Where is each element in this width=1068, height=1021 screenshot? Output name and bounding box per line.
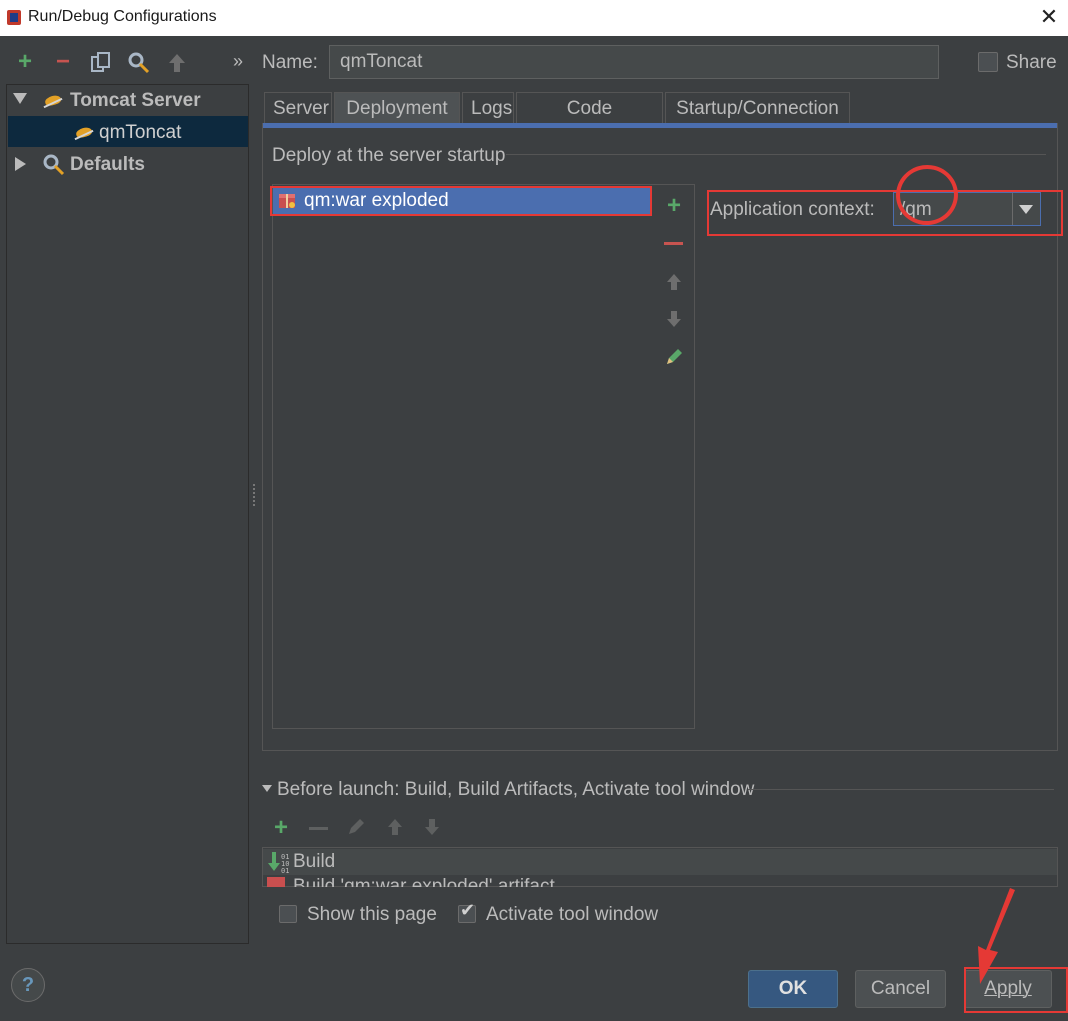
cancel-button[interactable]: Cancel — [855, 970, 946, 1008]
list-clip: Build 'qm:war exploded' artifact — [262, 847, 1058, 887]
tomcat-icon — [74, 124, 94, 140]
active-tab-indicator — [263, 123, 1057, 128]
remove-icon[interactable] — [309, 827, 328, 830]
more-icon[interactable]: » — [233, 51, 243, 72]
move-down-icon[interactable] — [422, 817, 442, 837]
tab-server[interactable]: Server — [264, 92, 332, 124]
add-icon[interactable]: + — [268, 815, 294, 841]
window-title: Run/Debug Configurations — [28, 8, 217, 25]
add-icon[interactable]: + — [661, 193, 687, 219]
copy-configuration-icon[interactable] — [90, 52, 112, 74]
tree-item-qmtoncat[interactable]: qmToncat — [99, 122, 181, 144]
collapse-arrow-icon[interactable] — [15, 157, 26, 171]
list-toolbar — [654, 184, 695, 729]
add-configuration-icon[interactable]: + — [13, 50, 37, 74]
tab-logs[interactable]: Logs — [462, 92, 514, 124]
divider — [748, 789, 1054, 790]
name-label: Name: — [262, 52, 318, 73]
edit-icon[interactable] — [346, 817, 366, 837]
highlight-box — [270, 186, 652, 216]
tab-code-coverage[interactable]: Code Coverage — [516, 92, 663, 151]
before-launch-label[interactable]: Before launch: Build, Build Artifacts, A… — [277, 779, 754, 801]
arrow-annotation — [960, 888, 1030, 988]
remove-configuration-icon[interactable]: − — [51, 50, 75, 74]
move-up-icon[interactable] — [166, 52, 188, 74]
app-icon — [7, 10, 21, 25]
help-button[interactable]: ? — [11, 968, 45, 1002]
edit-defaults-icon[interactable] — [127, 51, 151, 75]
show-page-label[interactable]: Show this page — [307, 904, 437, 926]
tree-group-tomcat-server[interactable]: Tomcat Server — [70, 90, 201, 112]
activate-tool-label[interactable]: Activate tool window — [486, 904, 658, 926]
tree-group-defaults[interactable]: Defaults — [70, 154, 145, 176]
move-down-icon[interactable] — [664, 309, 684, 329]
name-input[interactable]: qmToncat — [329, 45, 939, 79]
splitter-handle[interactable] — [253, 484, 259, 506]
tab-startup-connection[interactable]: Startup/Connection — [665, 92, 850, 124]
wrench-icon — [42, 154, 66, 176]
move-up-icon[interactable] — [664, 272, 684, 292]
expand-arrow-icon[interactable] — [13, 93, 27, 104]
show-page-checkbox[interactable] — [279, 905, 297, 923]
tomcat-icon — [43, 92, 63, 108]
share-checkbox[interactable] — [978, 52, 998, 72]
tab-deployment[interactable]: Deployment — [334, 92, 460, 124]
divider — [506, 154, 1046, 155]
ok-button[interactable]: OK — [748, 970, 838, 1008]
list-item-label[interactable]: Build 'qm:war exploded' artifact — [293, 876, 555, 887]
artifact-icon — [267, 877, 285, 887]
checkmark-icon: ✔ — [460, 900, 476, 920]
highlight-box — [707, 190, 1063, 236]
move-up-icon[interactable] — [385, 817, 405, 837]
configuration-tree — [6, 84, 249, 944]
share-label[interactable]: Share — [1006, 52, 1057, 74]
artifact-list[interactable] — [272, 184, 655, 729]
close-icon[interactable]: ✕ — [1038, 6, 1060, 28]
edit-icon[interactable] — [664, 347, 684, 367]
expand-arrow-icon[interactable] — [262, 785, 272, 792]
remove-icon[interactable] — [664, 242, 683, 245]
deploy-heading: Deploy at the server startup — [272, 145, 506, 166]
